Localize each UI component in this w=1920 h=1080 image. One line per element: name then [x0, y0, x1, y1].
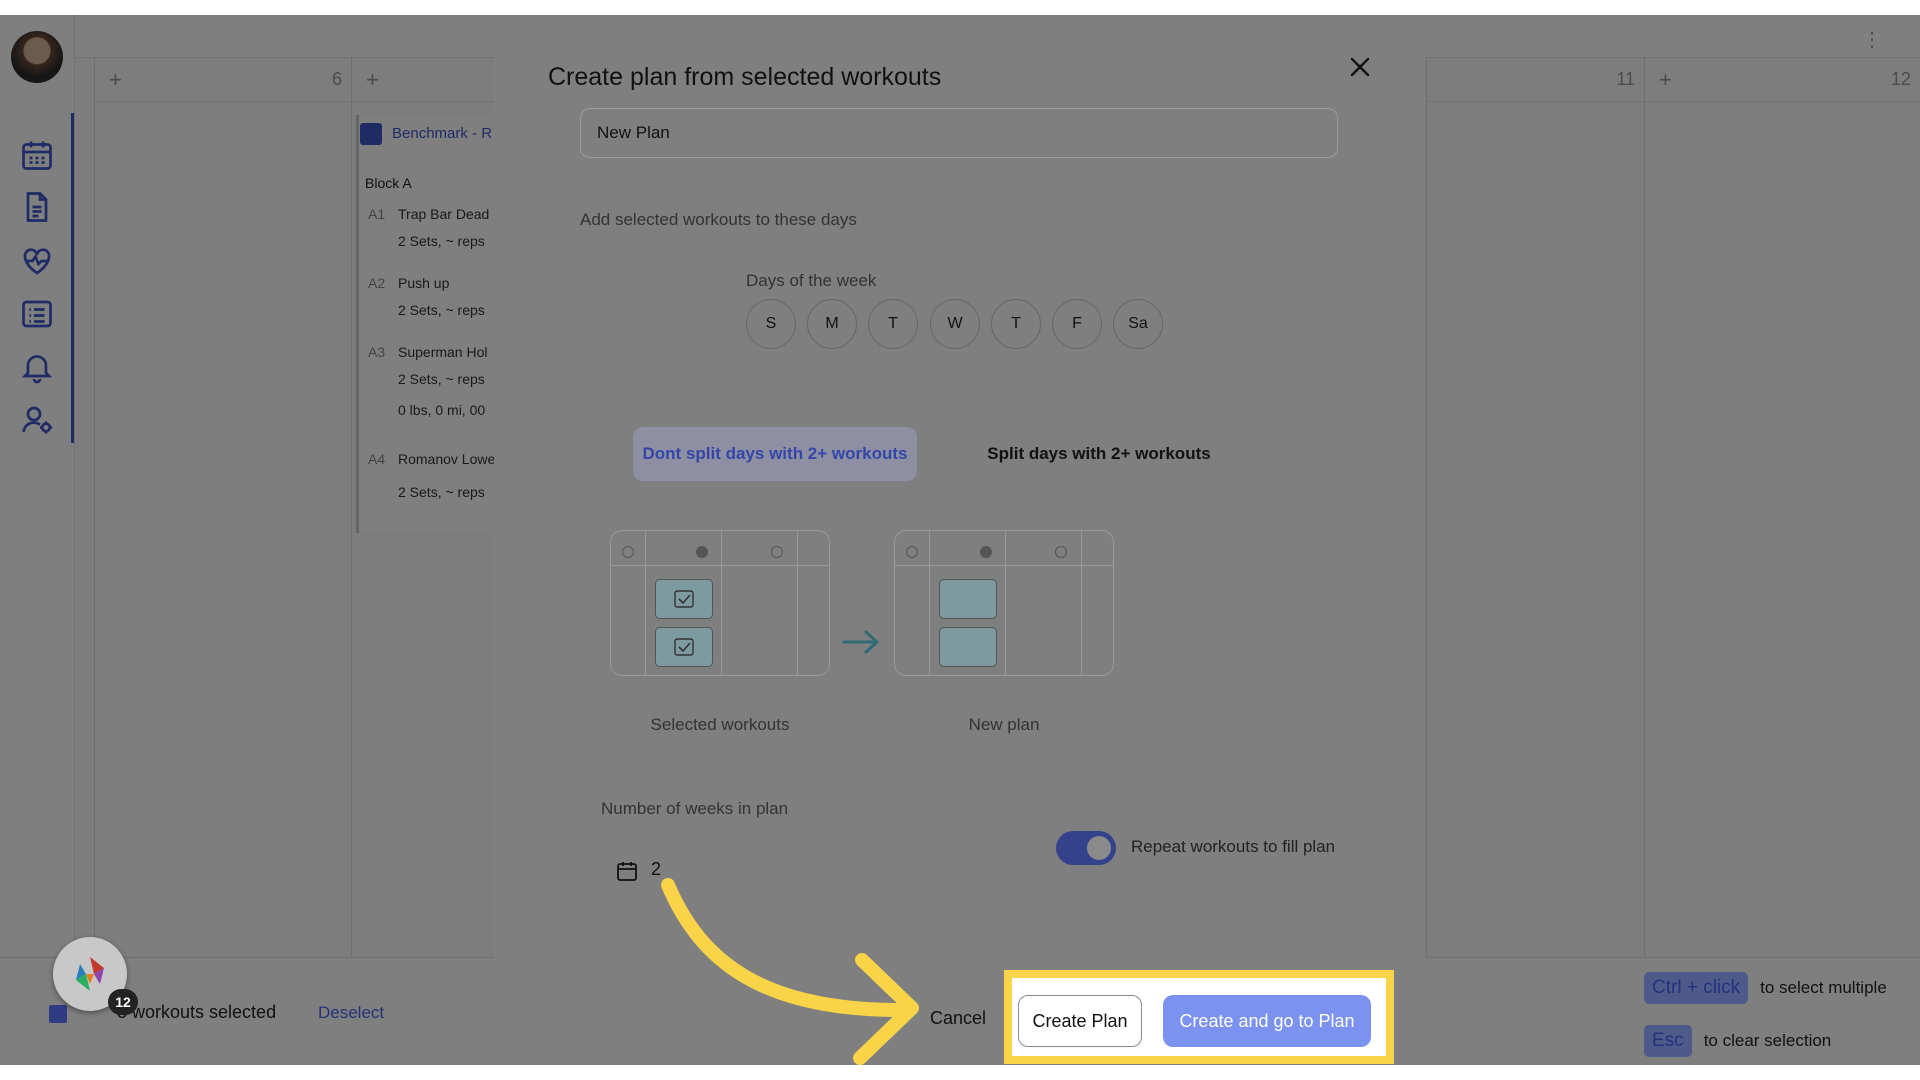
day-toggle-saturday[interactable]: Sa [1113, 299, 1163, 349]
dont-split-option[interactable]: Dont split days with 2+ workouts [633, 427, 917, 481]
add-days-label: Add selected workouts to these days [580, 210, 857, 229]
create-plan-dialog: Create plan from selected workouts New P… [494, 15, 1426, 1065]
toggle-knob [1087, 836, 1111, 860]
hint-clear-selection: Esc to clear selection [1644, 1025, 1831, 1057]
shortcut-key: Ctrl + click [1644, 972, 1749, 1004]
day-toggle-tuesday[interactable]: T [868, 299, 918, 349]
selected-workouts-illustration [610, 530, 830, 676]
new-plan-caption: New plan [968, 715, 1040, 734]
day-toggle-monday[interactable]: M [807, 299, 857, 349]
dialog-title: Create plan from selected workouts [548, 63, 942, 91]
selection-checkbox[interactable] [49, 1005, 67, 1023]
split-option[interactable]: Split days with 2+ workouts [984, 427, 1214, 481]
create-and-go-button[interactable]: Create and go to Plan [1163, 995, 1371, 1047]
day-toggle-thursday[interactable]: T [991, 299, 1041, 349]
app-logo-icon [76, 957, 104, 991]
weeks-label: Number of weeks in plan [601, 799, 789, 818]
deselect-link[interactable]: Deselect [318, 1003, 384, 1023]
calendar-icon [617, 862, 637, 881]
repeat-workouts-label: Repeat workouts to fill plan [1131, 837, 1336, 856]
close-icon[interactable] [1342, 49, 1378, 85]
notification-badge: 12 [108, 989, 138, 1015]
create-plan-button[interactable]: Create Plan [1018, 995, 1142, 1047]
assistant-launcher-button[interactable]: 12 [53, 937, 138, 1015]
days-of-week-label: Days of the week [746, 271, 877, 290]
selected-workouts-caption: Selected workouts [650, 715, 790, 734]
arrow-right-icon [842, 630, 879, 654]
day-toggle-friday[interactable]: F [1052, 299, 1102, 349]
hint-select-multiple: Ctrl + click to select multiple [1644, 972, 1887, 1004]
weeks-input[interactable]: 2 [651, 859, 661, 880]
new-plan-illustration [894, 530, 1114, 676]
day-toggle-wednesday[interactable]: W [930, 299, 980, 349]
cancel-button[interactable]: Cancel [930, 1008, 986, 1029]
day-toggle-sunday[interactable]: S [746, 299, 796, 349]
shortcut-key: Esc [1644, 1025, 1692, 1057]
selected-count: 3 workouts selected [117, 1002, 277, 1022]
repeat-workouts-toggle[interactable] [1056, 831, 1116, 865]
plan-name-input[interactable]: New Plan [580, 108, 1338, 158]
